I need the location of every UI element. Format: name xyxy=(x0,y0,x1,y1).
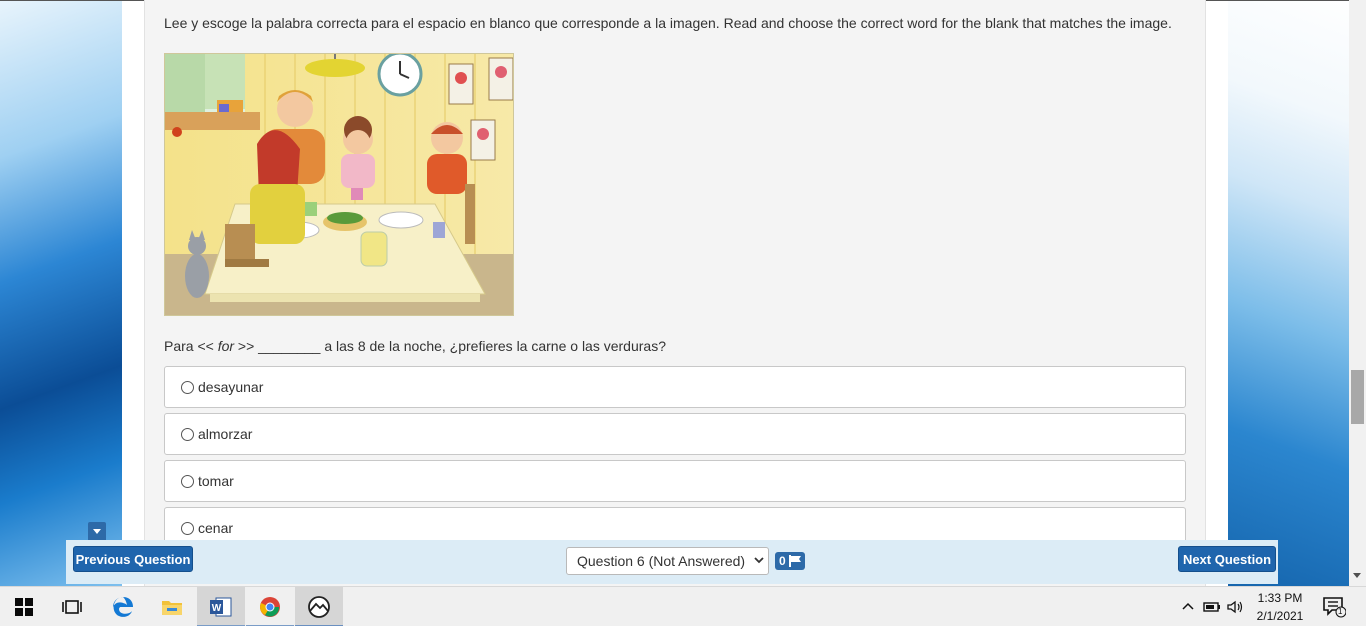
action-center-button[interactable]: 1 xyxy=(1322,587,1346,626)
collapse-toggle-icon[interactable] xyxy=(88,522,106,540)
question-suffix: >> ________ a las 8 de la noche, ¿prefie… xyxy=(234,338,666,354)
answer-option-tomar[interactable]: tomar xyxy=(164,460,1186,502)
edge-taskbar-button[interactable] xyxy=(99,587,147,626)
system-tray xyxy=(1180,587,1246,626)
answer-option-almorzar[interactable]: almorzar xyxy=(164,413,1186,455)
option-label: desayunar xyxy=(198,379,264,395)
notification-count: 1 xyxy=(1338,607,1343,616)
scroll-down-arrow-icon[interactable] xyxy=(1353,573,1361,578)
windows-logo-icon xyxy=(15,598,33,616)
question-select-value: Question 6 (Not Answered) xyxy=(577,553,746,569)
start-button[interactable] xyxy=(0,587,48,626)
radio-button[interactable] xyxy=(181,427,194,441)
chevron-down-icon xyxy=(754,557,764,564)
chrome-icon xyxy=(260,597,280,617)
photos-taskbar-button[interactable] xyxy=(295,587,343,626)
option-label: almorzar xyxy=(198,426,253,442)
folder-icon xyxy=(162,601,182,615)
option-label: tomar xyxy=(198,473,234,489)
svg-text:W: W xyxy=(212,603,222,614)
scrollbar-thumb[interactable] xyxy=(1351,370,1364,424)
windows-taskbar: W 1:33 PM 2/1/2021 1 xyxy=(0,586,1366,626)
question-instructions: Lee y escoge la palabra correcta para el… xyxy=(164,15,1172,31)
word-icon: W xyxy=(210,597,232,617)
radio-button[interactable] xyxy=(181,380,194,394)
chevron-up-icon[interactable] xyxy=(1180,599,1196,615)
wallpaper-right xyxy=(1228,0,1366,586)
volume-icon[interactable] xyxy=(1226,599,1246,615)
edge-icon xyxy=(113,597,133,617)
question-hint: for xyxy=(217,338,235,354)
question-prefix: Para << xyxy=(164,338,218,354)
wallpaper-left xyxy=(0,0,122,586)
answer-option-desayunar[interactable]: desayunar xyxy=(164,366,1186,408)
battery-icon[interactable] xyxy=(1202,599,1222,615)
clock-date: 2/1/2021 xyxy=(1256,609,1304,623)
question-text: Para << for >> ________ a las 8 de la no… xyxy=(164,338,666,354)
radio-button[interactable] xyxy=(181,474,194,488)
next-question-button[interactable]: Next Question xyxy=(1178,546,1276,572)
word-taskbar-button[interactable]: W xyxy=(197,587,245,626)
file-explorer-taskbar-button[interactable] xyxy=(148,587,196,626)
radio-button[interactable] xyxy=(181,521,194,535)
vertical-scrollbar[interactable] xyxy=(1349,0,1366,586)
taskbar-clock[interactable]: 1:33 PM 2/1/2021 xyxy=(1250,589,1310,625)
photos-icon xyxy=(308,596,330,618)
flagged-count-badge[interactable]: 0 xyxy=(775,552,805,570)
task-view-icon xyxy=(62,600,82,614)
flag-count: 0 xyxy=(779,554,786,568)
previous-question-button[interactable]: Previous Question xyxy=(73,546,193,572)
chrome-taskbar-button[interactable] xyxy=(246,587,294,626)
task-view-button[interactable] xyxy=(48,587,96,626)
clock-time: 1:33 PM xyxy=(1257,591,1303,605)
question-select[interactable]: Question 6 (Not Answered) xyxy=(566,547,769,575)
family-dinner-image xyxy=(164,53,514,316)
flag-icon xyxy=(788,555,801,567)
option-label: cenar xyxy=(198,520,234,536)
